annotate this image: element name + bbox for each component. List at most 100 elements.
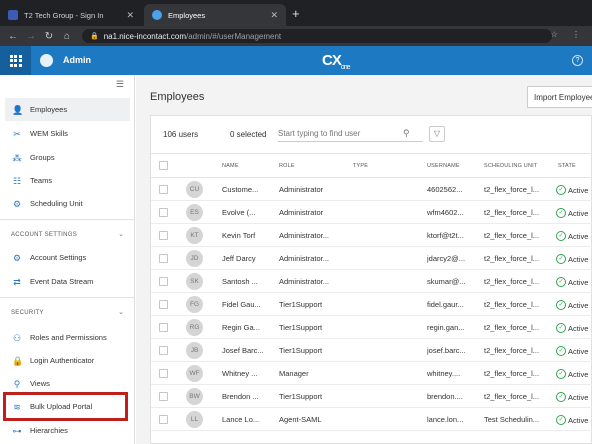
state-label: Active: [568, 346, 589, 356]
url-path: /admin/#/userManagement: [185, 31, 282, 41]
highlight-annotation-box: [3, 392, 128, 421]
table-row[interactable]: CU Custome... Administrator 4602562... t2_fl…: [151, 178, 592, 201]
row-checkbox[interactable]: [159, 185, 168, 194]
help-button[interactable]: ?: [572, 55, 583, 66]
cell-name[interactable]: Fidel Gau...: [222, 300, 274, 309]
tab-title: Employees: [168, 10, 206, 20]
row-checkbox[interactable]: [159, 231, 168, 240]
app-launcher-button[interactable]: [0, 46, 31, 75]
column-header-scheduling-unit[interactable]: SCHEDULING UNIT: [484, 163, 537, 169]
table-row[interactable]: WF Whitney ... Manager whitney.... t2_flex_f…: [151, 362, 592, 385]
sidebar-item-groups[interactable]: ⁂ Groups: [5, 146, 130, 169]
sidebar-item-wem-skills[interactable]: ✂ WEM Skills: [5, 122, 130, 145]
cell-state: ✓ Active: [556, 185, 592, 195]
section-security[interactable]: SECURITY: [11, 310, 44, 316]
search-input[interactable]: [278, 128, 403, 138]
sidebar-item-teams[interactable]: ☷ Teams: [5, 169, 130, 192]
person-icon: 👤: [12, 104, 24, 115]
browser-tab-strip: T2 Tech Group - Sign In ✕ Employees ✕ +: [0, 0, 592, 26]
table-row[interactable]: BW Brendon ... Tier1Support brendon.... t2_f…: [151, 385, 592, 408]
cell-name[interactable]: Evolve (...: [222, 208, 274, 217]
table-row[interactable]: KT Kevin Torf Administrator... ktorf@t2t...…: [151, 224, 592, 247]
selected-count: 0 selected: [230, 130, 267, 139]
row-checkbox[interactable]: [159, 346, 168, 355]
column-header-state[interactable]: STATE: [558, 163, 576, 169]
new-tab-button[interactable]: +: [292, 6, 300, 21]
cell-name[interactable]: Santosh ...: [222, 277, 274, 286]
sidebar-item-scheduling-unit[interactable]: ⚙ Scheduling Unit: [5, 192, 130, 215]
table-row[interactable]: ES Evolve (... Administrator wfm4602... t2_f…: [151, 201, 592, 224]
sidebar-item-event-data-stream[interactable]: ⇄ Event Data Stream: [5, 270, 130, 293]
sidebar-item-login-authenticator[interactable]: 🔒 Login Authenticator: [5, 349, 130, 372]
check-circle-icon: ✓: [556, 185, 566, 195]
close-tab-icon[interactable]: ✕: [126, 10, 134, 21]
cell-name[interactable]: Regin Ga...: [222, 323, 274, 332]
sidebar-item-hierarchies[interactable]: ⊶ Hierarchies: [5, 419, 130, 442]
divider: [0, 219, 134, 220]
avatar: JD: [186, 250, 203, 267]
search-container: ⚲: [278, 125, 423, 142]
check-circle-icon: ✓: [556, 323, 566, 333]
row-checkbox[interactable]: [159, 277, 168, 286]
cell-name[interactable]: Lance Lo...: [222, 415, 274, 424]
t2-favicon-icon: [8, 10, 18, 20]
url-field[interactable]: 🔒 na1.nice-incontact.com /admin/#/userMa…: [82, 29, 552, 43]
table-row[interactable]: JB Josef Barc... Tier1Support josef.barc...…: [151, 339, 592, 362]
cell-scheduling-unit: t2_flex_force_l...: [484, 254, 540, 263]
avatar: SK: [186, 273, 203, 290]
section-account-settings[interactable]: ACCOUNT SETTINGS: [11, 232, 77, 238]
sidebar-item-employees[interactable]: 👤 Employees: [5, 98, 130, 121]
table-row[interactable]: SK Santosh ... Administrator... skumar@... t…: [151, 270, 592, 293]
cell-name[interactable]: Brendon ...: [222, 392, 274, 401]
home-icon[interactable]: ⌂: [62, 31, 72, 42]
close-tab-icon[interactable]: ✕: [270, 10, 278, 21]
address-bar: ← → ↻ ⌂ 🔒 na1.nice-incontact.com /admin/…: [0, 26, 592, 46]
row-checkbox[interactable]: [159, 300, 168, 309]
sidebar-item-label: Login Authenticator: [30, 356, 95, 365]
column-header-name[interactable]: NAME: [222, 163, 239, 169]
cell-role: Tier1Support: [279, 346, 323, 355]
select-all-checkbox[interactable]: [159, 161, 168, 170]
import-employees-button[interactable]: Import Employees: [527, 86, 592, 108]
state-label: Active: [568, 323, 589, 333]
row-checkbox[interactable]: [159, 415, 168, 424]
chevron-down-icon[interactable]: ⌄: [118, 230, 124, 238]
row-checkbox[interactable]: [159, 323, 168, 332]
browser-actions[interactable]: ☆ ⋮: [551, 30, 586, 39]
search-icon[interactable]: ⚲: [403, 128, 410, 139]
row-checkbox[interactable]: [159, 369, 168, 378]
cell-name[interactable]: Custome...: [222, 185, 274, 194]
forward-icon[interactable]: →: [26, 31, 36, 42]
reload-icon[interactable]: ↻: [44, 31, 54, 42]
sidebar-item-account-settings[interactable]: ⚙ Account Settings: [5, 246, 130, 269]
cell-name[interactable]: Jeff Darcy: [222, 254, 274, 263]
cell-name[interactable]: Kevin Torf: [222, 231, 274, 240]
filter-button[interactable]: ▽: [429, 126, 445, 142]
avatar: RG: [186, 319, 203, 336]
row-checkbox[interactable]: [159, 254, 168, 263]
column-header-type[interactable]: TYPE: [353, 163, 368, 169]
filter-icon: ▽: [433, 129, 441, 138]
browser-tab-employees[interactable]: Employees ✕: [144, 4, 286, 26]
collapse-menu-icon[interactable]: ☰: [116, 79, 124, 90]
cell-name[interactable]: Whitney ...: [222, 369, 274, 378]
cell-scheduling-unit: t2_flex_force_l...: [484, 323, 540, 332]
state-label: Active: [568, 369, 589, 379]
table-row[interactable]: LL Lance Lo... Agent-SAML lance.lon... Test …: [151, 408, 592, 431]
cell-scheduling-unit: t2_flex_force_l...: [484, 231, 540, 240]
browser-tab-signin[interactable]: T2 Tech Group - Sign In ✕: [0, 4, 142, 26]
cell-role: Tier1Support: [279, 392, 323, 401]
table-row[interactable]: RG Regin Ga... Tier1Support regin.gan... t2_…: [151, 316, 592, 339]
row-checkbox[interactable]: [159, 208, 168, 217]
column-header-role[interactable]: ROLE: [279, 163, 295, 169]
lock-icon: 🔒: [90, 33, 99, 40]
row-checkbox[interactable]: [159, 392, 168, 401]
table-row[interactable]: FG Fidel Gau... Tier1Support fidel.gaur... t…: [151, 293, 592, 316]
back-icon[interactable]: ←: [8, 31, 18, 42]
table-row[interactable]: JD Jeff Darcy Administrator... jdarcy2@... t…: [151, 247, 592, 270]
cell-name[interactable]: Josef Barc...: [222, 346, 274, 355]
chevron-down-icon[interactable]: ⌄: [118, 308, 124, 316]
cell-role: Administrator: [279, 208, 324, 217]
column-header-username[interactable]: USERNAME: [427, 163, 460, 169]
sidebar-item-roles-and-permissions[interactable]: ⚇ Roles and Permissions: [5, 326, 130, 349]
